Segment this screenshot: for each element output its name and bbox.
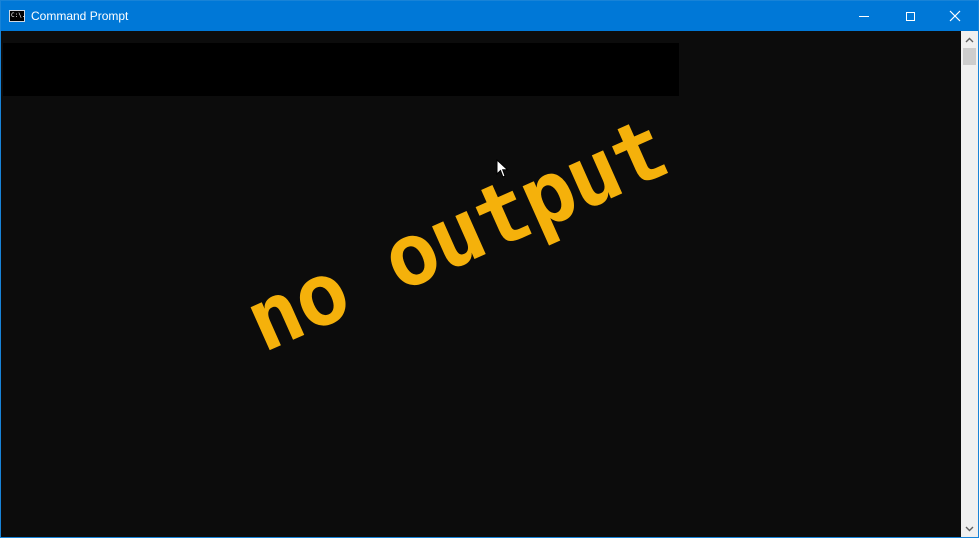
console-output-area[interactable]: no output [1, 31, 961, 537]
chevron-up-icon [965, 37, 974, 42]
scroll-up-button[interactable] [961, 31, 978, 48]
command-prompt-window: C:\. Command Prompt no output [0, 0, 979, 538]
vertical-scrollbar[interactable] [961, 31, 978, 537]
window-title: Command Prompt [31, 9, 129, 23]
title-bar[interactable]: C:\. Command Prompt [1, 1, 978, 31]
console-text-block [3, 43, 679, 96]
close-button[interactable] [932, 1, 978, 31]
scroll-thumb[interactable] [963, 48, 976, 65]
close-icon [949, 10, 961, 22]
scroll-down-button[interactable] [961, 520, 978, 537]
maximize-icon [905, 11, 915, 21]
minimize-button[interactable] [841, 1, 887, 31]
no-output-stamp: no output [231, 98, 681, 373]
chevron-down-icon [965, 526, 974, 531]
minimize-icon [859, 15, 869, 17]
cmd-icon[interactable]: C:\. [9, 10, 25, 22]
maximize-button[interactable] [887, 1, 933, 31]
